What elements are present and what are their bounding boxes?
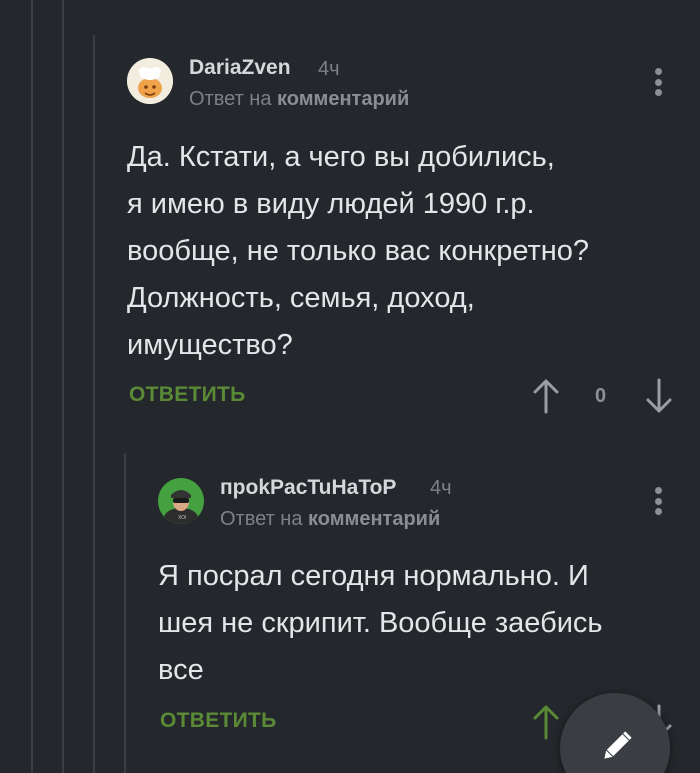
comment-line: шея не скрипит. Вообще заебись bbox=[158, 607, 603, 639]
comment-line: Я посрал сегодня нормально. И bbox=[158, 560, 589, 592]
arrow-up-icon bbox=[533, 705, 559, 740]
comment-author[interactable]: DariaZven bbox=[189, 56, 291, 80]
upvote-button[interactable] bbox=[532, 704, 560, 740]
avatar[interactable]: XOI bbox=[158, 478, 204, 524]
comment-line: Да. Кстати, а чего вы добились, bbox=[127, 141, 555, 173]
comment-line: имущество? bbox=[127, 329, 293, 361]
reply-button[interactable]: ОТВЕТИТЬ bbox=[129, 383, 246, 407]
comment-time: 4ч bbox=[318, 58, 340, 80]
reply-button[interactable]: ОТВЕТИТЬ bbox=[160, 709, 277, 733]
comment: DariaZven 4ч Ответ на комментарий Да. Кс… bbox=[0, 0, 700, 440]
reply-to-link[interactable]: комментарий bbox=[308, 508, 440, 530]
more-vertical-icon[interactable] bbox=[655, 487, 663, 521]
comment-body: Я посрал сегодня нормально. И шея не скр… bbox=[158, 553, 603, 694]
reply-to-prefix: Ответ на bbox=[220, 508, 303, 530]
pencil-icon bbox=[604, 731, 632, 759]
avatar-image bbox=[127, 58, 173, 104]
avatar[interactable] bbox=[127, 58, 173, 104]
comment-body: Да. Кстати, а чего вы добились, я имею в… bbox=[127, 134, 589, 369]
comment-time: 4ч bbox=[430, 477, 452, 499]
comment-line: все bbox=[158, 654, 204, 686]
arrow-down-icon bbox=[646, 378, 672, 413]
comment-score: 0 bbox=[595, 385, 607, 407]
more-vertical-icon[interactable] bbox=[655, 68, 663, 102]
svg-text:XOI: XOI bbox=[178, 515, 187, 521]
avatar-image: XOI bbox=[158, 478, 204, 524]
reply-to-label: Ответ на комментарий bbox=[220, 508, 440, 531]
comment-line: я имею в виду людей 1990 г.р. bbox=[127, 188, 535, 220]
comment-line: Должность, семья, доход, bbox=[127, 282, 475, 314]
upvote-button[interactable] bbox=[532, 378, 560, 414]
reply-to-link[interactable]: комментарий bbox=[277, 88, 409, 110]
compose-button[interactable] bbox=[560, 693, 670, 773]
comment-line: вообще, не только вас конкретно? bbox=[127, 235, 590, 267]
reply-to-prefix: Ответ на bbox=[189, 88, 272, 110]
comment-author[interactable]: пpokPacTuHaToP bbox=[220, 476, 396, 500]
comments-page: DariaZven 4ч Ответ на комментарий Да. Кс… bbox=[0, 0, 700, 773]
downvote-button[interactable] bbox=[645, 378, 673, 414]
reply-to-label: Ответ на комментарий bbox=[189, 88, 409, 111]
arrow-up-icon bbox=[533, 379, 559, 414]
